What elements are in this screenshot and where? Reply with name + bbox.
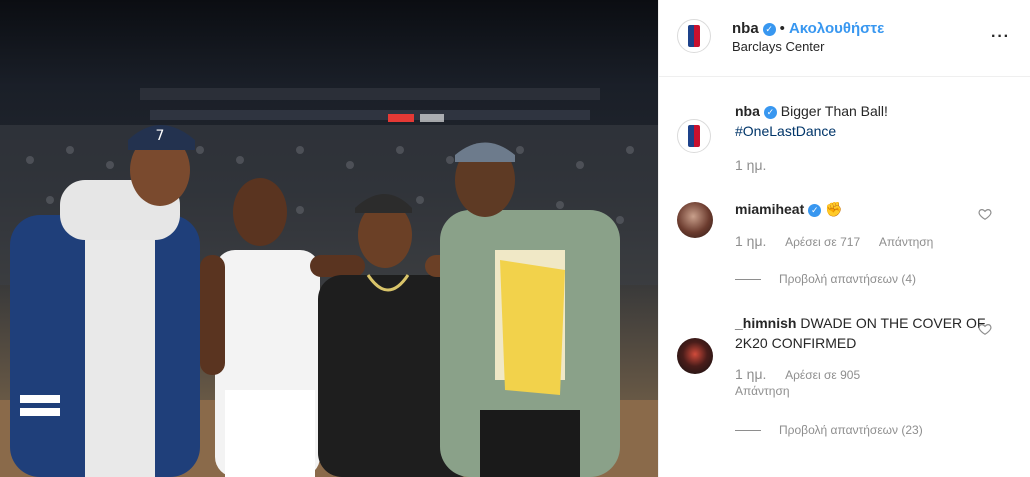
heart-icon[interactable] bbox=[978, 207, 992, 221]
header-title: nba ✓ • Ακολουθήστε bbox=[732, 20, 884, 38]
divider-line bbox=[735, 279, 761, 281]
photo-illustration: 7 bbox=[0, 88, 658, 477]
comment-username[interactable]: _himnish bbox=[735, 315, 796, 331]
caption-avatar[interactable] bbox=[677, 119, 711, 153]
nba-avatar[interactable] bbox=[677, 19, 711, 53]
post-header: nba ✓ • Ακολουθήστε Barclays Center ··· bbox=[659, 0, 1030, 77]
comment-body: miamiheat ✓ ✊ 1 ημ. Αρέσει σε 717 Απάντησ… bbox=[735, 199, 990, 252]
instagram-post: 7 nba ✓ • Ακολουθήστε Barclays Center ··… bbox=[0, 0, 1030, 477]
comment-time[interactable]: 1 ημ. bbox=[735, 233, 766, 249]
caption-time[interactable]: 1 ημ. bbox=[735, 157, 766, 173]
comment-likes[interactable]: Αρέσει σε 905 bbox=[785, 368, 860, 382]
caption-text: Bigger Than Ball! bbox=[780, 103, 888, 119]
verified-icon: ✓ bbox=[808, 204, 822, 217]
view-replies-label: Προβολή απαντήσεων (23) bbox=[779, 423, 923, 437]
verified-icon: ✓ bbox=[763, 106, 777, 119]
divider-line bbox=[735, 430, 761, 432]
comment-likes[interactable]: Αρέσει σε 717 bbox=[785, 235, 860, 249]
comment-meta: 1 ημ. Αρέσει σε 905 Απάντηση bbox=[735, 366, 990, 399]
post-side-panel: nba ✓ • Ακολουθήστε Barclays Center ··· nba… bbox=[658, 0, 1030, 477]
comment-text: ✊ bbox=[825, 201, 843, 217]
caption-meta: 1 ημ. bbox=[735, 155, 990, 176]
caption-body: nba ✓ Bigger Than Ball! #OneLastDance 1 η… bbox=[735, 101, 990, 176]
commenter-avatar[interactable] bbox=[677, 338, 713, 374]
svg-text:7: 7 bbox=[156, 128, 165, 144]
post-photo[interactable]: 7 bbox=[0, 0, 658, 477]
comment-username[interactable]: miamiheat bbox=[735, 201, 804, 217]
caption-username[interactable]: nba bbox=[735, 103, 760, 119]
comment-time[interactable]: 1 ημ. bbox=[735, 366, 766, 382]
follow-button[interactable]: Ακολουθήστε bbox=[789, 20, 884, 37]
view-replies-label: Προβολή απαντήσεων (4) bbox=[779, 272, 917, 286]
comment-meta: 1 ημ. Αρέσει σε 717 Απάντηση bbox=[735, 231, 990, 252]
nba-logo-icon bbox=[688, 125, 700, 147]
separator-dot: • bbox=[779, 20, 785, 37]
reply-button[interactable]: Απάντηση bbox=[735, 384, 790, 398]
reply-button[interactable]: Απάντηση bbox=[879, 235, 934, 249]
view-replies-button[interactable]: Προβολή απαντήσεων (23) bbox=[735, 423, 923, 437]
more-options-icon[interactable]: ··· bbox=[991, 29, 1010, 45]
post-location[interactable]: Barclays Center bbox=[732, 39, 824, 54]
view-replies-button[interactable]: Προβολή απαντήσεων (4) bbox=[735, 272, 916, 286]
heart-icon[interactable] bbox=[978, 322, 992, 336]
caption-hashtag[interactable]: #OneLastDance bbox=[735, 123, 836, 139]
comment-body: _himnish DWADE ON THE COVER OF 2K20 CONF… bbox=[735, 313, 990, 399]
commenter-avatar[interactable] bbox=[677, 202, 713, 238]
nba-logo-icon bbox=[688, 25, 700, 47]
verified-icon: ✓ bbox=[762, 23, 776, 36]
author-username[interactable]: nba bbox=[732, 20, 759, 37]
